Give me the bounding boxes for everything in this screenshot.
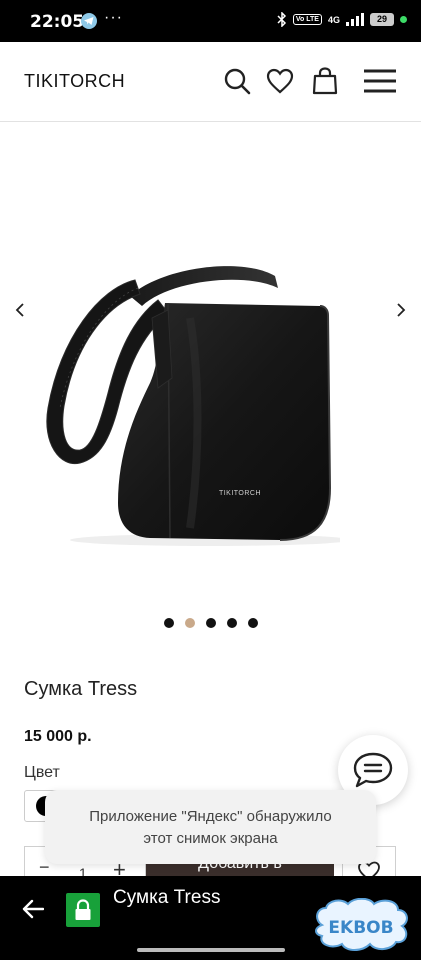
privacy-indicator — [400, 16, 407, 23]
lock-icon[interactable] — [66, 893, 100, 927]
pagination-dot[interactable] — [226, 618, 237, 628]
search-icon[interactable] — [220, 64, 254, 98]
bag-icon[interactable] — [308, 64, 342, 98]
bluetooth-icon — [277, 12, 286, 27]
toast-line-1: Приложение "Яндекс" обнаружило — [89, 808, 332, 825]
chevron-left-icon[interactable] — [8, 298, 32, 322]
pagination-dot[interactable] — [163, 618, 174, 628]
pagination-dot-active[interactable] — [184, 618, 195, 628]
more-notifications: ··· — [104, 9, 123, 26]
telegram-icon — [81, 13, 97, 29]
pagination-dot[interactable] — [247, 618, 258, 628]
page-title[interactable]: Сумка Tress — [113, 887, 220, 909]
site-logo[interactable]: TIKITORCH — [24, 71, 125, 92]
watermark-logo: EKBOB — [315, 898, 408, 951]
pagination-dot[interactable] — [205, 618, 216, 628]
product-title: Сумка Tress — [24, 678, 138, 700]
toast-line-2: этот снимок экрана — [143, 830, 278, 847]
product-price: 15 000 р. — [24, 728, 92, 745]
watermark-text: EKBOB — [328, 918, 393, 938]
status-bar: 22:05 ··· Vo LTE 4G 29 — [0, 0, 421, 42]
chevron-right-icon[interactable] — [389, 298, 413, 322]
menu-icon[interactable] — [363, 64, 397, 98]
heart-icon[interactable] — [263, 64, 297, 98]
color-label: Цвет — [24, 764, 60, 781]
clock: 22:05 — [30, 12, 85, 32]
chat-bubble-icon — [353, 752, 393, 788]
screenshot-toast: Приложение "Яндекс" обнаружило этот сним… — [45, 790, 376, 864]
bag-logo: TIKITORCH — [219, 490, 261, 497]
network-type: 4G — [327, 14, 340, 25]
volte-badge: Vo LTE — [292, 14, 322, 25]
signal-icon — [346, 13, 364, 26]
site-header: TIKITORCH — [0, 42, 421, 122]
product-gallery[interactable]: TIKITORCH — [0, 123, 421, 603]
gallery-pagination — [0, 618, 421, 628]
product-image: TIKITORCH — [46, 266, 340, 546]
home-indicator[interactable] — [137, 948, 285, 952]
battery-icon: 29 — [370, 13, 394, 26]
back-arrow-icon[interactable] — [20, 896, 46, 922]
